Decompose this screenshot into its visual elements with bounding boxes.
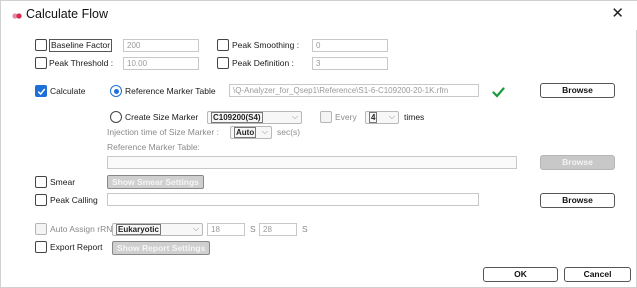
every-label: Every xyxy=(335,112,357,122)
rrna-size-1-input[interactable]: 18 xyxy=(207,223,245,236)
every-value: 4 xyxy=(369,112,378,123)
reference-marker-table-label: Reference Marker Table xyxy=(125,86,216,96)
peak-threshold-checkbox[interactable] xyxy=(35,57,47,69)
show-smear-settings-button[interactable]: Show Smear Settings xyxy=(107,175,204,189)
calculate-label: Calculate xyxy=(50,86,86,96)
injection-time-select[interactable]: Auto ⌵ xyxy=(230,126,272,139)
reference-marker-table-radio[interactable] xyxy=(110,85,122,97)
times-label: times xyxy=(404,112,425,122)
reference-marker-table-caption: Reference Marker Table: xyxy=(107,142,200,152)
chevron-down-icon: ⌵ xyxy=(192,224,199,233)
size-marker-value: C109200(S4) xyxy=(211,112,263,123)
checkmark-icon xyxy=(37,88,46,96)
auto-assign-rrna-checkbox[interactable] xyxy=(35,223,47,235)
peak-smoothing-label: Peak Smoothing : xyxy=(232,40,300,50)
peak-definition-checkbox[interactable] xyxy=(217,57,229,69)
baseline-factor-input[interactable]: 200 xyxy=(123,39,199,52)
rrna-unit-1: S xyxy=(250,224,256,234)
window-title: Calculate Flow xyxy=(26,7,108,21)
peak-smoothing-checkbox[interactable] xyxy=(217,39,229,51)
export-report-label: Export Report xyxy=(50,242,103,252)
peak-definition-input[interactable]: 3 xyxy=(312,57,388,70)
baseline-factor-checkbox[interactable] xyxy=(35,39,47,51)
peak-threshold-label: Peak Threshold : xyxy=(49,58,114,68)
peak-smoothing-input[interactable]: 0 xyxy=(312,39,388,52)
auto-assign-rrna-label: Auto Assign rRNA xyxy=(50,224,119,234)
injection-time-label: Injection time of Size Marker : xyxy=(107,127,219,137)
every-select[interactable]: 4 ⌵ xyxy=(365,111,399,124)
chevron-down-icon: ⌵ xyxy=(261,127,268,136)
smear-label: Smear xyxy=(50,177,76,187)
app-icon xyxy=(12,13,22,19)
show-report-settings-button[interactable]: Show Report Settings xyxy=(112,241,211,255)
peak-calling-input[interactable] xyxy=(107,193,479,206)
title-bar: Calculate Flow ✕ xyxy=(1,1,637,30)
calculate-flow-dialog: Calculate Flow ✕ Baseline Factor 200 Pea… xyxy=(0,0,637,288)
peak-calling-checkbox[interactable] xyxy=(35,194,47,206)
size-marker-select[interactable]: C109200(S4) ⌵ xyxy=(207,111,302,124)
rrna-type-value: Eukaryotic xyxy=(116,224,161,235)
calculate-checkbox[interactable] xyxy=(35,85,47,97)
rrna-type-select[interactable]: Eukaryotic ⌵ xyxy=(112,223,203,236)
injection-time-value: Auto xyxy=(234,127,257,138)
ok-button[interactable]: OK xyxy=(483,267,558,282)
export-report-checkbox[interactable] xyxy=(35,241,47,253)
reference-marker-path-input[interactable]: \Q-Analyzer_for_Qsep1\Reference\S1-6-C10… xyxy=(229,84,479,97)
chevron-down-icon: ⌵ xyxy=(388,112,395,121)
create-size-marker-radio[interactable] xyxy=(110,111,122,123)
peak-definition-label: Peak Definition : xyxy=(232,58,294,68)
close-icon[interactable]: ✕ xyxy=(611,5,624,23)
peak-calling-label: Peak Calling xyxy=(50,195,98,205)
browse-peak-calling-button[interactable]: Browse xyxy=(540,193,615,208)
every-checkbox[interactable] xyxy=(320,111,332,123)
browse-reference-button[interactable]: Browse xyxy=(540,83,615,98)
create-size-marker-label: Create Size Marker xyxy=(125,112,199,122)
browse-marker-table-button[interactable]: Browse xyxy=(540,155,615,170)
green-checkmark-icon xyxy=(492,87,505,98)
baseline-factor-label: Baseline Factor xyxy=(49,39,113,52)
cancel-button[interactable]: Cancel xyxy=(564,267,631,282)
injection-time-unit: sec(s) xyxy=(277,127,301,137)
reference-marker-table-input[interactable] xyxy=(107,156,517,169)
rrna-unit-2: S xyxy=(302,224,308,234)
smear-checkbox[interactable] xyxy=(35,176,47,188)
chevron-down-icon: ⌵ xyxy=(291,112,298,121)
rrna-size-2-input[interactable]: 28 xyxy=(259,223,297,236)
peak-threshold-input[interactable]: 10.00 xyxy=(123,57,199,70)
